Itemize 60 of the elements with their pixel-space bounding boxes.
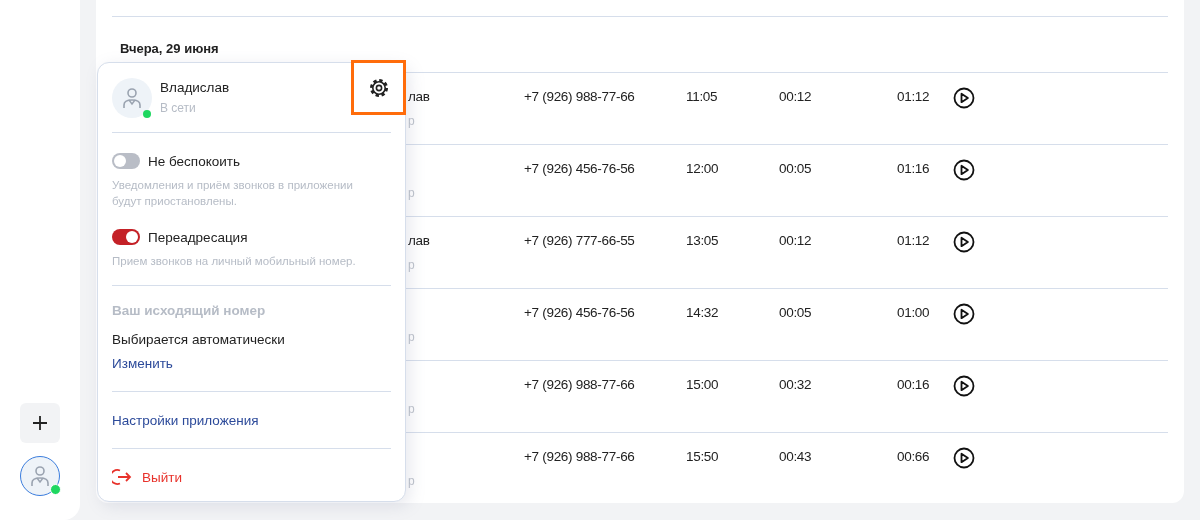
settings-button[interactable] [351,60,406,115]
call-duration: 00:66 [897,449,931,464]
phone-number: +7 (926) 988-77-66 [524,89,636,104]
caller-subtitle: р [408,474,416,488]
user-name: Владислав [160,80,230,95]
caller-subtitle: р [408,402,416,416]
plus-icon [33,416,47,430]
call-duration: 01:12 [897,233,931,248]
play-icon[interactable] [953,159,975,181]
call-time: 15:50 [686,449,720,464]
caller-subtitle: р [408,114,416,128]
toggle-label: Не беспокоить [148,153,240,169]
person-icon [122,86,142,109]
call-duration: 00:16 [897,377,931,392]
wait-time: 00:12 [779,233,813,248]
call-time: 13:05 [686,233,720,248]
phone-number: +7 (926) 456-76-56 [524,161,636,176]
phone-number: +7 (926) 456-76-56 [524,305,636,320]
wait-time: 00:12 [779,89,813,104]
section-heading: Ваш исходящий номер [112,303,267,318]
user-status: В сети [160,101,197,115]
caller-name: лав [408,89,431,105]
phone-number: +7 (926) 988-77-66 [524,377,636,392]
call-duration: 01:16 [897,161,931,176]
toggle-switch[interactable] [112,153,140,169]
phone-number: +7 (926) 777-66-55 [524,233,636,248]
call-duration: 01:12 [897,89,931,104]
logout-icon [112,468,132,486]
add-button[interactable] [20,403,60,443]
outgoing-number: Выбирается автоматически [112,332,286,347]
play-icon[interactable] [953,303,975,325]
wait-time: 00:43 [779,449,813,464]
logout-button[interactable]: Выйти [112,468,182,486]
play-icon[interactable] [953,87,975,109]
play-icon[interactable] [953,375,975,397]
toggle-switch[interactable] [112,229,140,245]
change-link[interactable]: Изменить [112,356,173,371]
caller-subtitle: р [408,330,416,344]
play-icon[interactable] [953,447,975,469]
call-time: 12:00 [686,161,720,176]
wait-time: 00:05 [779,305,813,320]
call-duration: 01:00 [897,305,931,320]
app-settings-link[interactable]: Настройки приложения [112,412,259,428]
call-time: 14:32 [686,305,720,320]
call-time: 15:00 [686,377,720,392]
call-time: 11:05 [686,89,719,104]
phone-number: +7 (926) 988-77-66 [524,449,636,464]
toggle-description: Уведомления и приём звонков в приложении будут приостановлены. [112,178,354,209]
settings-icon [367,76,390,99]
wait-time: 00:05 [779,161,813,176]
caller-subtitle: р [408,258,416,272]
wait-time: 00:32 [779,377,813,392]
toggle-description: Прием звонков на личный мобильный номер. [112,254,357,269]
toggle-label: Переадресация [148,229,248,245]
person-icon [30,465,50,487]
date-header: Вчера, 29 июня [119,40,220,58]
caller-name: лав [408,233,431,249]
play-icon[interactable] [953,231,975,253]
user-avatar[interactable] [20,456,60,496]
caller-subtitle: р [408,186,416,200]
